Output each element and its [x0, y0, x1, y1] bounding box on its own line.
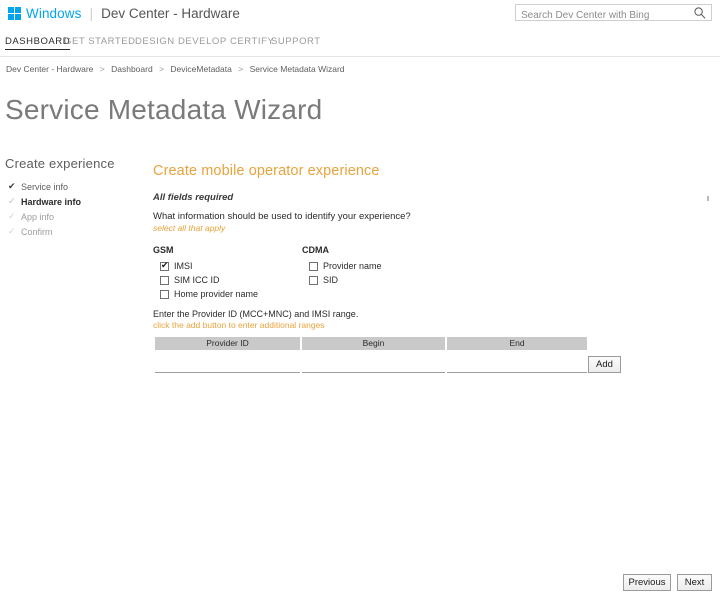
- range-hint: click the add button to enter additional…: [153, 320, 325, 330]
- identifier-option-groups: GSM IMSI SIM ICC ID Home provider name C…: [153, 245, 623, 301]
- column-header-begin: Begin: [302, 337, 445, 350]
- search-input[interactable]: [516, 8, 684, 23]
- step-item-service-info[interactable]: ✔ Service info: [5, 179, 145, 194]
- table-row: Add: [153, 351, 623, 375]
- begin-input[interactable]: [302, 351, 445, 373]
- provider-id-input[interactable]: [155, 351, 300, 373]
- checkbox-imsi[interactable]: [160, 259, 169, 271]
- breadcrumb-item-1[interactable]: Dashboard: [111, 64, 153, 74]
- wizard-form: Create mobile operator experience All fi…: [153, 163, 623, 375]
- gsm-group-label: GSM: [153, 245, 174, 255]
- nav-item-design[interactable]: DESIGN: [135, 36, 175, 47]
- nav-item-get-started[interactable]: GET STARTED: [64, 36, 136, 47]
- checkbox-sim-icc-id[interactable]: [160, 275, 169, 285]
- provider-range-table: Provider ID Begin End Add: [153, 337, 623, 375]
- search-icon[interactable]: [693, 6, 707, 20]
- checkbox-provider-name[interactable]: [309, 261, 318, 271]
- check-icon: ✓: [8, 196, 16, 206]
- all-fields-required-note: All fields required: [153, 192, 234, 203]
- checkbox-sid[interactable]: [309, 275, 318, 285]
- breadcrumb-item-2[interactable]: DeviceMetadata: [170, 64, 231, 74]
- checkbox-row-imsi[interactable]: IMSI: [153, 259, 258, 273]
- wizard-footer: Previous Next: [623, 574, 712, 591]
- breadcrumb-item-0[interactable]: Dev Center - Hardware: [6, 64, 93, 74]
- end-input[interactable]: [447, 351, 587, 373]
- breadcrumb-separator: >: [159, 64, 165, 74]
- check-icon: ✓: [8, 226, 16, 236]
- brand-block: Windows | Dev Center - Hardware: [8, 5, 240, 21]
- table-header-row: Provider ID Begin End: [153, 337, 623, 350]
- nav-divider: [0, 56, 720, 57]
- select-all-that-apply-hint: select all that apply: [153, 223, 226, 233]
- step-item-confirm[interactable]: ✓ Confirm: [5, 224, 145, 239]
- step-label: App info: [21, 211, 55, 222]
- checkbox-label: Provider name: [323, 261, 382, 271]
- step-label: Hardware info: [21, 196, 82, 207]
- page-title: Service Metadata Wizard: [5, 94, 323, 125]
- range-instruction: Enter the Provider ID (MCC+MNC) and IMSI…: [153, 309, 359, 319]
- windows-logo-icon: [8, 6, 21, 20]
- check-icon: ✓: [8, 211, 16, 221]
- nav-item-certify[interactable]: CERTIFY: [230, 36, 274, 47]
- global-header: Windows | Dev Center - Hardware: [0, 0, 720, 30]
- form-question: What information should be used to ident…: [153, 211, 411, 222]
- checkbox-label: IMSI: [174, 261, 193, 271]
- check-icon: ✔: [8, 181, 16, 191]
- checkbox-row-sid[interactable]: SID: [302, 273, 382, 287]
- checkbox-label: SIM ICC ID: [174, 275, 220, 285]
- nav-item-dashboard[interactable]: DASHBOARD: [5, 36, 71, 50]
- add-range-button[interactable]: Add: [588, 356, 621, 373]
- search-box[interactable]: [515, 4, 712, 23]
- page-root: Windows | Dev Center - Hardware DASHBOAR…: [0, 0, 720, 600]
- checkbox-home-provider-name[interactable]: [160, 289, 169, 299]
- step-rail-heading: Create experience: [5, 156, 115, 171]
- step-label: Confirm: [21, 226, 53, 237]
- nav-item-support[interactable]: SUPPORT: [271, 36, 321, 47]
- step-label: Service info: [21, 181, 69, 192]
- checkbox-label: Home provider name: [174, 289, 259, 299]
- column-header-provider-id: Provider ID: [155, 337, 300, 350]
- breadcrumb-separator: >: [238, 64, 244, 74]
- cdma-group: CDMA Provider name SID: [302, 245, 382, 287]
- form-title: Create mobile operator experience: [153, 163, 380, 179]
- nav-item-develop[interactable]: DEVELOP: [178, 36, 227, 47]
- previous-button[interactable]: Previous: [623, 574, 671, 591]
- brand-name: Windows: [26, 5, 82, 21]
- scroll-marker: [707, 196, 709, 201]
- breadcrumb: Dev Center - Hardware > Dashboard > Devi…: [6, 64, 345, 74]
- checkbox-row-home-provider-name[interactable]: Home provider name: [153, 287, 258, 301]
- checkbox-row-sim-icc-id[interactable]: SIM ICC ID: [153, 273, 258, 287]
- breadcrumb-separator: >: [99, 64, 105, 74]
- site-name: Dev Center - Hardware: [101, 5, 240, 21]
- step-item-app-info[interactable]: ✓ App info: [5, 209, 145, 224]
- next-button[interactable]: Next: [677, 574, 712, 591]
- cdma-group-label: CDMA: [302, 245, 329, 255]
- checkbox-label: SID: [323, 275, 339, 285]
- gsm-group: GSM IMSI SIM ICC ID Home provider name: [153, 245, 258, 301]
- brand-separator: |: [89, 5, 94, 21]
- column-header-end: End: [447, 337, 587, 350]
- breadcrumb-item-3: Service Metadata Wizard: [249, 64, 345, 74]
- checkbox-row-provider-name[interactable]: Provider name: [302, 259, 382, 273]
- wizard-step-rail: Create experience ✔ Service info ✓ Hardw…: [5, 156, 145, 239]
- step-item-hardware-info[interactable]: ✓ Hardware info: [5, 194, 145, 209]
